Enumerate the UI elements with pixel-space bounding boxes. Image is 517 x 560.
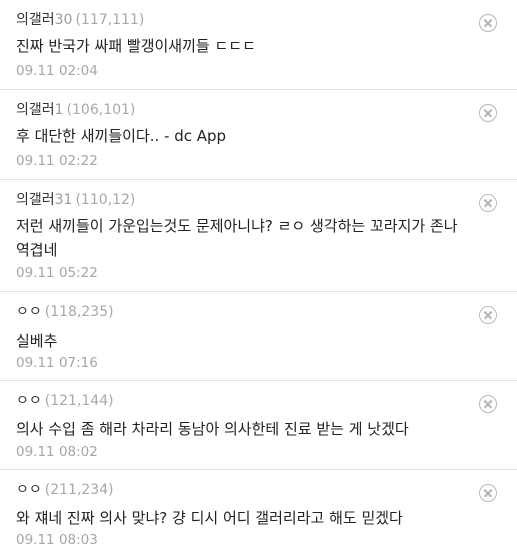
- comment-ip: (121,144): [44, 393, 114, 409]
- comment-list: 의갤러30 (117,111) 진짜 반국가 싸패 빨갱이새끼들 ㄷㄷㄷ 09.1…: [0, 0, 517, 560]
- delete-comment-icon[interactable]: [479, 306, 497, 324]
- comment-item: 의갤러1 (106,101) 후 대단한 새끼들이다.. - dc App 09.…: [0, 90, 517, 180]
- comment-ip: (106,101): [66, 102, 136, 118]
- comment-header: ㅇㅇ (121,144): [16, 391, 114, 411]
- comment-level: 31: [54, 192, 73, 208]
- comment-ip: (110,12): [75, 192, 136, 208]
- comment-text: 저런 새끼들이 가운입는것도 문제아니냐? ㄹㅇ 생각하는 꼬라지가 존나 역겹…: [16, 217, 458, 259]
- comment-text: 실베추: [16, 332, 58, 350]
- comment-item: 의갤러30 (117,111) 진짜 반국가 싸패 빨갱이새끼들 ㄷㄷㄷ 09.1…: [0, 0, 517, 90]
- comment-header: ㅇㅇ (118,235): [16, 302, 114, 322]
- delete-comment-icon[interactable]: [479, 194, 497, 212]
- comment-ip: (118,235): [44, 304, 114, 320]
- comment-nickname[interactable]: 의갤러: [16, 12, 55, 28]
- comment-header: 의갤러30 (117,111): [16, 10, 144, 30]
- comment-level: 1: [54, 102, 64, 118]
- comment-header: ㅇㅇ (211,234): [16, 480, 114, 500]
- comment-text: 후 대단한 새끼들이다.. - dc App: [16, 127, 227, 145]
- comment-item: 의갤러31 (110,12) 저런 새끼들이 가운입는것도 문제아니냐? ㄹㅇ 생…: [0, 180, 517, 292]
- comment-ip: (211,234): [44, 482, 114, 498]
- delete-comment-icon[interactable]: [479, 395, 497, 413]
- comment-text: 의사 수입 좀 해라 차라리 동남아 의사한테 진료 받는 게 낫겠다: [16, 420, 409, 438]
- comment-timestamp: 09.11 02:04: [16, 63, 98, 79]
- comment-timestamp: 09.11 08:02: [16, 444, 98, 460]
- comment-nickname[interactable]: ㅇㅇ: [16, 304, 42, 320]
- comment-header: 의갤러1 (106,101): [16, 100, 135, 120]
- comment-text: 와 쟤네 진짜 의사 맞냐? 걍 디시 어디 갤러리라고 해도 믿겠다: [16, 509, 403, 527]
- comment-timestamp: 09.11 02:22: [16, 153, 98, 169]
- comment-ip: (117,111): [75, 12, 145, 28]
- delete-comment-icon[interactable]: [479, 14, 497, 32]
- delete-comment-icon[interactable]: [479, 104, 497, 122]
- comment-nickname[interactable]: 의갤러: [16, 102, 55, 118]
- comment-level: 30: [54, 12, 73, 28]
- comment-timestamp: 09.11 07:16: [16, 355, 98, 371]
- comment-item: ㅇㅇ (211,234) 와 쟤네 진짜 의사 맞냐? 걍 디시 어디 갤러리라고…: [0, 470, 517, 560]
- comment-nickname[interactable]: ㅇㅇ: [16, 482, 42, 498]
- delete-comment-icon[interactable]: [479, 484, 497, 502]
- comment-item: ㅇㅇ (118,235) 실베추 09.11 07:16: [0, 292, 517, 381]
- comment-header: 의갤러31 (110,12): [16, 190, 135, 210]
- comment-nickname[interactable]: ㅇㅇ: [16, 393, 42, 409]
- comment-nickname[interactable]: 의갤러: [16, 192, 55, 208]
- comment-item: ㅇㅇ (121,144) 의사 수입 좀 해라 차라리 동남아 의사한테 진료 받…: [0, 381, 517, 470]
- comment-timestamp: 09.11 05:22: [16, 265, 98, 281]
- comment-text: 진짜 반국가 싸패 빨갱이새끼들 ㄷㄷㄷ: [16, 37, 256, 55]
- comment-timestamp: 09.11 08:03: [16, 532, 98, 548]
